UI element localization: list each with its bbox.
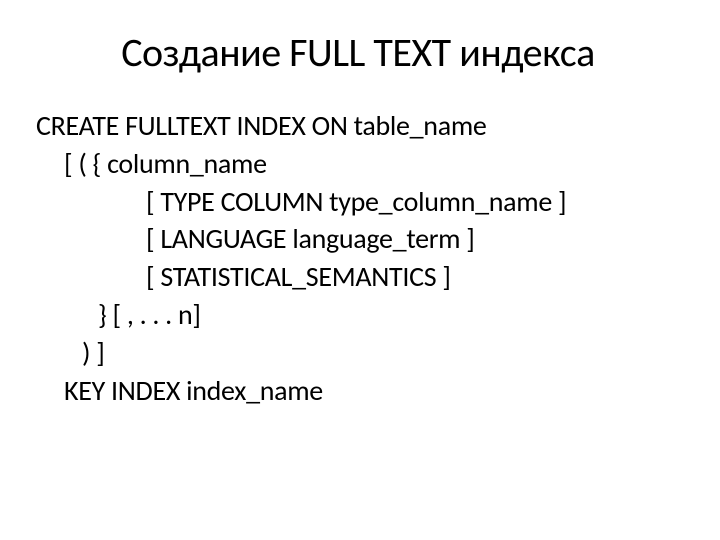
- code-line: } [ , . . . n]: [36, 296, 680, 334]
- slide-body: CREATE FULLTEXT INDEX ON table_name [ ( …: [36, 107, 680, 409]
- code-line: [ STATISTICAL_SEMANTICS ]: [36, 258, 680, 296]
- slide-container: Создание FULL TEXT индекса CREATE FULLTE…: [0, 0, 720, 540]
- code-line: CREATE FULLTEXT INDEX ON table_name: [36, 107, 680, 145]
- slide-title: Создание FULL TEXT индекса: [36, 28, 680, 77]
- code-line: [ ( { column_name: [36, 145, 680, 183]
- code-line: ) ]: [36, 334, 680, 372]
- code-line: [ LANGUAGE language_term ]: [36, 220, 680, 258]
- code-line: [ TYPE COLUMN type_column_name ]: [36, 183, 680, 221]
- code-line: KEY INDEX index_name: [36, 372, 680, 410]
